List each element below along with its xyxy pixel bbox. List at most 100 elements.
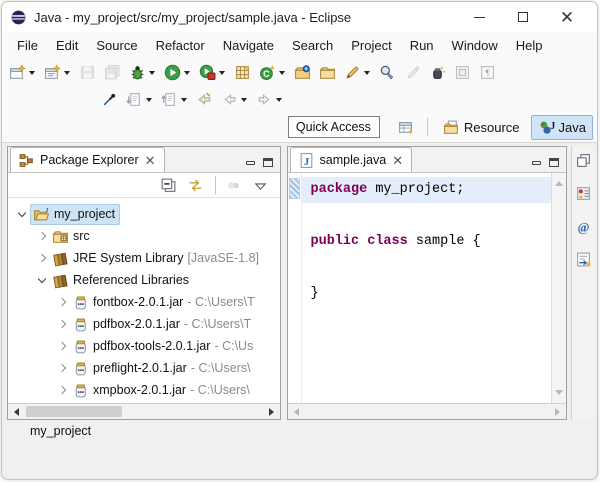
scroll-right-icon[interactable] [264,404,280,420]
tree-item-xmpbox-2-0-1-jar[interactable]: xmpbox-2.0.1.jar - C:\Users\ [8,379,280,401]
restore-views-button[interactable] [572,150,595,171]
view-menu-button[interactable] [249,175,272,196]
minimize-button[interactable] [457,4,501,30]
tree-item-jre-system-library[interactable]: JRE System Library [JavaSE-1.8] [8,247,280,269]
coverage-button[interactable] [196,62,229,83]
menu-file[interactable]: File [8,35,47,56]
task-list-button[interactable] [572,183,595,204]
chevron-right-icon[interactable] [54,382,70,398]
dropdown-arrow-icon[interactable] [184,71,190,78]
dropdown-arrow-icon[interactable] [279,71,285,78]
scroll-up-icon[interactable] [555,177,563,186]
tree-item-src[interactable]: src [8,225,280,247]
minimize-view-icon[interactable] [245,160,255,165]
menu-refactor[interactable]: Refactor [147,35,214,56]
open-folder-button[interactable] [316,62,339,83]
code-line-3[interactable]: public class sample { [302,229,552,255]
code-line-4[interactable] [302,255,552,281]
tab-package-explorer[interactable]: Package Explorer ✕ [10,147,165,172]
previous-annotation-button[interactable] [158,89,191,110]
tab-close-icon[interactable]: ✕ [144,154,157,167]
maximize-view-icon[interactable] [262,158,273,167]
code-line-2[interactable] [302,203,552,229]
collapse-all-button[interactable] [157,175,180,196]
maximize-button[interactable] [501,4,545,30]
chevron-right-icon[interactable] [34,228,50,244]
code-line-5[interactable]: } [302,281,552,307]
tree-item-label: pdfbox-2.0.1.jar [93,317,180,331]
tab-sample-java[interactable]: J sample.java ✕ [289,147,413,172]
menu-source[interactable]: Source [87,35,146,56]
minimize-editor-icon[interactable] [532,160,541,165]
menu-help[interactable]: Help [507,35,552,56]
menu-edit[interactable]: Edit [47,35,87,56]
tree-item-pdfbox-tools-2-0-1-jar[interactable]: pdfbox-tools-2.0.1.jar - C:\Us [8,335,280,357]
scroll-left-icon[interactable] [288,404,304,420]
editor-vscrollbar[interactable] [551,173,566,403]
dropdown-arrow-icon[interactable] [241,98,247,105]
scroll-down-icon[interactable] [555,390,563,399]
new-button[interactable] [6,62,39,83]
perspective-java-button[interactable]: J Java [530,114,593,140]
editor-hscrollbar[interactable] [287,403,566,420]
menu-navigate[interactable]: Navigate [214,35,283,56]
dropdown-arrow-icon[interactable] [29,71,35,78]
chevron-right-icon[interactable] [54,360,70,376]
code-line-1[interactable]: package my_project; [301,177,551,203]
menu-search[interactable]: Search [283,35,342,56]
show-whitespace-button[interactable]: ¶ [476,62,499,83]
chevron-right-icon[interactable] [54,338,70,354]
quick-access-input[interactable]: Quick Access [287,116,380,138]
scroll-right-icon[interactable] [550,404,566,420]
tree-item-referenced-libraries[interactable]: Referenced Libraries [8,269,280,291]
annotation-pen-button[interactable] [341,62,374,83]
dropdown-arrow-icon[interactable] [219,71,225,78]
restore-icon [575,152,592,169]
tree-item-my-project[interactable]: Jmy_project [8,203,280,225]
tree-item-pdfbox-2-0-1-jar[interactable]: pdfbox-2.0.1.jar - C:\Users\T [8,313,280,335]
tab-close-icon[interactable]: ✕ [391,154,404,167]
next-annotation-button[interactable] [123,89,156,110]
run-button[interactable] [161,62,194,83]
dropdown-arrow-icon[interactable] [64,71,70,78]
new-wizard-button[interactable] [41,62,74,83]
tree-item-preflight-2-0-1-jar[interactable]: preflight-2.0.1.jar - C:\Users\ [8,357,280,379]
new-java-project-button[interactable] [231,62,254,83]
javadoc-button[interactable]: @ [572,216,595,237]
menu-project[interactable]: Project [342,35,400,56]
scroll-left-icon[interactable] [8,404,24,420]
code-area[interactable]: package my_project;public class sample {… [301,173,552,403]
link-with-editor-button[interactable] [184,175,207,196]
chevron-down-icon[interactable] [14,206,30,222]
forward-button[interactable] [253,89,286,110]
chevron-down-icon[interactable] [34,272,50,288]
dropdown-arrow-icon[interactable] [276,98,282,105]
open-type-button[interactable] [426,62,449,83]
chevron-right-icon[interactable] [54,316,70,332]
declaration-button[interactable] [572,249,595,270]
open-perspective-button[interactable] [394,117,417,138]
last-edit-location-button[interactable] [193,89,216,110]
dropdown-arrow-icon[interactable] [181,98,187,105]
debug-button[interactable] [126,62,159,83]
dropdown-arrow-icon[interactable] [364,71,370,78]
new-class-button[interactable]: C [256,62,289,83]
close-button[interactable]: ✕ [545,4,589,30]
open-task-button[interactable] [291,62,314,83]
chevron-right-icon[interactable] [34,250,50,266]
chevron-right-icon[interactable] [54,294,70,310]
search-button[interactable] [376,62,399,83]
package-explorer-hscrollbar[interactable] [8,403,280,419]
maximize-editor-icon[interactable] [549,158,559,167]
menu-run[interactable]: Run [401,35,443,56]
editor-ruler[interactable] [287,173,302,403]
menu-window[interactable]: Window [443,35,507,56]
dropdown-arrow-icon[interactable] [149,71,155,78]
back-button[interactable] [218,89,251,110]
pin-editor-button[interactable] [451,62,474,83]
tree-item-fontbox-2-0-1-jar[interactable]: fontbox-2.0.1.jar - C:\Users\T [8,291,280,313]
perspective-resource-button[interactable]: Resource [436,115,527,140]
dropdown-arrow-icon[interactable] [146,98,152,105]
scrollbar-thumb[interactable] [26,406,122,417]
link-with-selection-button[interactable] [98,89,121,110]
